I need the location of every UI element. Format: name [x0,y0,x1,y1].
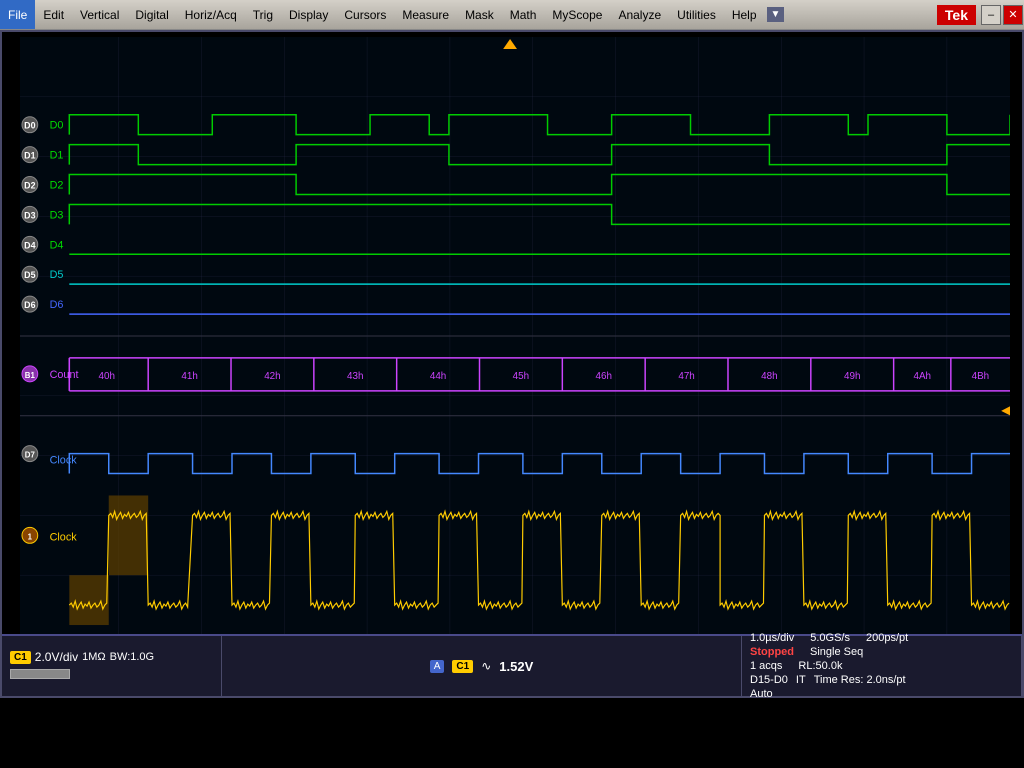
seq-label: Single Seq [810,646,863,658]
svg-text:D0: D0 [50,120,64,132]
svg-text:D6: D6 [24,300,35,310]
menu-digital[interactable]: Digital [127,0,176,29]
svg-text:47h: 47h [678,371,694,382]
menu-display[interactable]: Display [281,0,336,29]
c1-badge: C1 [10,651,31,664]
d-range: D15-D0 [750,674,788,686]
menu-trig[interactable]: Trig [245,0,281,29]
svg-text:1: 1 [28,532,33,541]
menu-vertical[interactable]: Vertical [72,0,127,29]
svg-text:40h: 40h [99,371,115,382]
menu-bar: File Edit Vertical Digital Horiz/Acq Tri… [0,0,1024,30]
scope-area: D0 D0 D1 D1 D2 D2 D3 D3 D4 D4 D5 D5 [0,30,1024,698]
svg-text:D6: D6 [50,299,64,311]
menu-cursors[interactable]: Cursors [336,0,394,29]
acqs-label: 1 acqs [750,660,782,672]
svg-text:D1: D1 [50,150,64,162]
svg-text:45h: 45h [513,371,529,382]
menu-horiz[interactable]: Horiz/Acq [177,0,245,29]
svg-text:B1: B1 [25,371,36,380]
menu-myscope[interactable]: MyScope [544,0,610,29]
menu-help[interactable]: Help [724,0,765,29]
svg-text:Clock: Clock [50,455,78,467]
svg-text:48h: 48h [761,371,777,382]
stopped-label: Stopped [750,646,794,658]
svg-text:46h: 46h [596,371,612,382]
menu-math[interactable]: Math [502,0,545,29]
volts-div: 2.0V/div [35,650,78,664]
timing-section: 1.0µs/div 5.0GS/s 200ps/pt Stopped Singl… [742,636,1022,696]
svg-text:D4: D4 [50,239,64,251]
svg-text:D3: D3 [24,210,35,220]
svg-text:D4: D4 [24,240,35,250]
svg-text:D2: D2 [24,180,35,190]
sine-icon: ∿ [481,659,491,673]
a-badge: A [430,660,445,673]
pts-per: 200ps/pt [866,632,908,644]
svg-text:43h: 43h [347,371,363,382]
menu-mask[interactable]: Mask [457,0,502,29]
auto-label: Auto [750,688,773,700]
svg-text:◀: ◀ [1001,400,1010,420]
svg-text:4Bh: 4Bh [972,371,990,382]
svg-text:Count: Count [50,369,79,381]
bw-label: BW:1.0G [110,651,154,663]
svg-text:D2: D2 [50,179,64,191]
waveform-display: D0 D0 D1 D1 D2 D2 D3 D3 D4 D4 D5 D5 [20,37,1010,635]
it-label: IT [796,674,806,686]
status-bar: C1 2.0V/div 1MΩ BW:1.0G A C1 ∿ 1.52V 1.0… [2,634,1022,696]
time-div: 1.0µs/div [750,632,794,644]
svg-text:D5: D5 [50,269,64,281]
voltage-value: 1.52V [499,659,533,674]
c1-channel-info: C1 2.0V/div 1MΩ BW:1.0G [2,636,222,696]
svg-text:44h: 44h [430,371,446,382]
sample-rate: 5.0GS/s [810,632,850,644]
menu-dropdown-icon[interactable]: ▼ [767,7,785,22]
time-res: Time Res: 2.0ns/pt [814,674,906,686]
svg-text:D5: D5 [24,270,35,280]
svg-text:D7: D7 [25,451,36,460]
menu-measure[interactable]: Measure [394,0,457,29]
svg-text:Clock: Clock [50,531,78,543]
impedance: 1MΩ [82,651,106,663]
svg-text:D1: D1 [24,151,35,161]
svg-text:4Ah: 4Ah [913,371,931,382]
window-minimize-button[interactable]: – [981,5,1001,25]
menu-file[interactable]: File [0,0,35,29]
tek-logo: Tek [937,5,976,25]
window-close-button[interactable]: ✕ [1003,5,1023,25]
svg-text:D3: D3 [50,209,64,221]
measurement-section: A C1 ∿ 1.52V [222,636,742,696]
rl-label: RL:50.0k [798,660,842,672]
svg-text:D0: D0 [24,121,35,131]
menu-edit[interactable]: Edit [35,0,72,29]
menu-analyze[interactable]: Analyze [610,0,669,29]
menu-utilities[interactable]: Utilities [669,0,724,29]
svg-text:49h: 49h [844,371,860,382]
svg-text:42h: 42h [264,371,280,382]
svg-text:41h: 41h [181,371,197,382]
c1-badge2: C1 [452,660,473,673]
